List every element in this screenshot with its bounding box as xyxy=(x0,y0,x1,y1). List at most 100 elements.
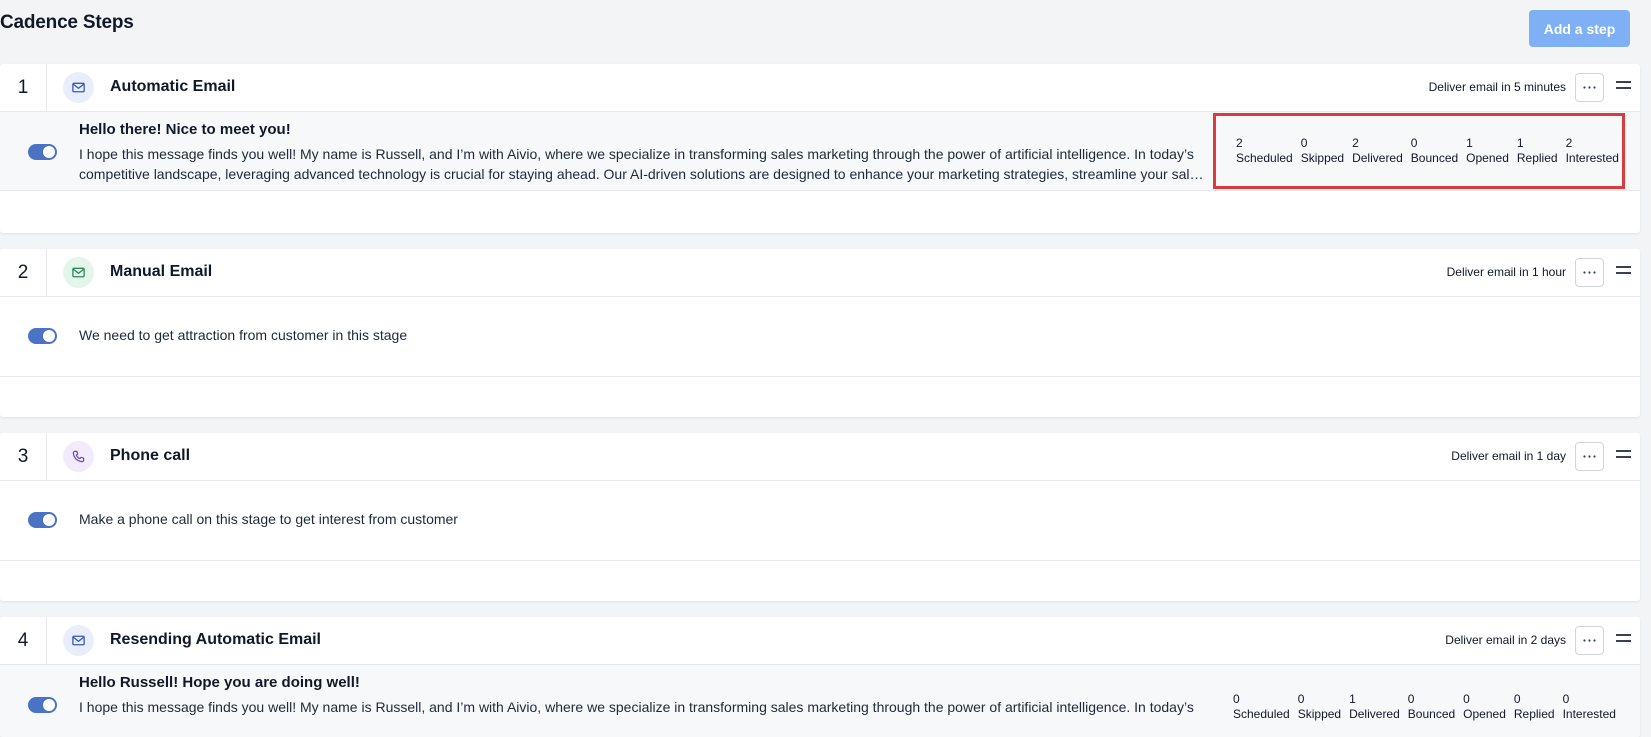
step-number: 4 xyxy=(0,617,47,664)
ellipsis-icon xyxy=(1583,86,1596,89)
step-number: 3 xyxy=(0,433,47,480)
stat-label: Opened xyxy=(1463,707,1506,721)
stat-skipped: 0 Skipped xyxy=(1301,136,1344,166)
phone-icon xyxy=(63,441,94,472)
stat-label: Replied xyxy=(1513,707,1555,721)
stat-value: 0 xyxy=(1407,692,1415,706)
mail-icon xyxy=(63,625,94,656)
stat-label: Replied xyxy=(1516,151,1558,165)
stat-delivered: 1 Delivered xyxy=(1349,692,1400,722)
drag-handle-icon[interactable] xyxy=(1616,266,1631,276)
stat-label: Bounced xyxy=(1410,151,1459,165)
step-number: 1 xyxy=(0,64,47,111)
step-type-label: Resending Automatic Email xyxy=(110,631,321,648)
toggle-knob xyxy=(43,699,55,711)
step-header: 3 Phone call Deliver email in 1 day xyxy=(0,433,1640,481)
step-card-2: 2 Manual Email Deliver email in 1 hour W… xyxy=(0,249,1640,417)
stat-replied: 0 Replied xyxy=(1514,692,1555,722)
toggle-knob xyxy=(43,330,55,342)
stat-value: 2 xyxy=(1565,136,1573,150)
mail-icon xyxy=(63,257,94,288)
step-enabled-toggle[interactable] xyxy=(28,328,57,344)
stat-value: 0 xyxy=(1410,136,1418,150)
email-stats: 0 Scheduled 0 Skipped 1 Delivered 0 Bounced 0 Ope… xyxy=(1213,669,1625,737)
drag-handle-icon[interactable] xyxy=(1616,634,1631,644)
email-preview: I hope this message finds you well! My n… xyxy=(79,699,1194,715)
stat-value: 0 xyxy=(1297,692,1305,706)
step-card-3: 3 Phone call Deliver email in 1 day Make… xyxy=(0,433,1640,601)
stat-label: Delivered xyxy=(1349,707,1400,721)
stat-label: Interested xyxy=(1565,151,1619,165)
stat-value: 0 xyxy=(1233,692,1240,706)
stat-label: Bounced xyxy=(1407,707,1456,721)
stat-label: Interested xyxy=(1562,707,1616,721)
stat-label: Scheduled xyxy=(1233,707,1290,721)
page-title: Cadence Steps xyxy=(0,12,134,33)
stat-scheduled: 2 Scheduled xyxy=(1236,136,1293,166)
stat-interested: 2 Interested xyxy=(1566,136,1619,166)
stat-interested: 0 Interested xyxy=(1563,692,1616,722)
stat-label: Scheduled xyxy=(1236,151,1293,165)
stat-value: 0 xyxy=(1562,692,1570,706)
step-note: Make a phone call on this stage to get i… xyxy=(79,511,458,527)
email-subject: Hello Russell! Hope you are doing well! xyxy=(79,674,360,691)
stat-bounced: 0 Bounced xyxy=(1411,136,1458,166)
step-content: Hello Russell! Hope you are doing well! … xyxy=(0,665,1640,737)
stat-value: 2 xyxy=(1236,136,1243,150)
toggle-knob xyxy=(43,146,55,158)
email-subject: Hello there! Nice to meet you! xyxy=(79,121,291,138)
step-header: 4 Resending Automatic Email Deliver emai… xyxy=(0,617,1640,665)
stat-label: Opened xyxy=(1466,151,1509,165)
email-stats: 2 Scheduled 0 Skipped 2 Delivered 0 Bounced 1 Ope… xyxy=(1213,113,1625,189)
stat-label: Skipped xyxy=(1300,151,1345,165)
step-header: 1 Automatic Email Deliver email in 5 min… xyxy=(0,64,1640,112)
step-enabled-toggle[interactable] xyxy=(28,144,57,160)
deliver-timing: Deliver email in 1 day xyxy=(1451,449,1566,463)
ellipsis-icon xyxy=(1583,639,1596,642)
step-content: Make a phone call on this stage to get i… xyxy=(0,481,1640,561)
stat-label: Skipped xyxy=(1297,707,1342,721)
ellipsis-icon xyxy=(1583,271,1596,274)
stat-delivered: 2 Delivered xyxy=(1352,136,1403,166)
step-enabled-toggle[interactable] xyxy=(28,697,57,713)
drag-handle-icon[interactable] xyxy=(1616,450,1631,460)
add-step-button[interactable]: Add a step xyxy=(1529,10,1630,47)
step-content: We need to get attraction from customer … xyxy=(0,297,1640,377)
deliver-timing: Deliver email in 2 days xyxy=(1445,633,1566,647)
step-type-label: Phone call xyxy=(110,447,191,464)
step-card-4: 4 Resending Automatic Email Deliver emai… xyxy=(0,617,1640,737)
step-type-label: Automatic Email xyxy=(110,78,236,95)
stat-value: 0 xyxy=(1463,692,1470,706)
stat-value: 1 xyxy=(1516,136,1524,150)
page-header: Cadence Steps Add a step xyxy=(0,0,1651,64)
stat-value: 0 xyxy=(1300,136,1308,150)
more-options-button[interactable] xyxy=(1575,258,1604,287)
step-card-1: 1 Automatic Email Deliver email in 5 min… xyxy=(0,64,1640,233)
step-header: 2 Manual Email Deliver email in 1 hour xyxy=(0,249,1640,297)
stat-replied: 1 Replied xyxy=(1517,136,1558,166)
stat-value: 1 xyxy=(1466,136,1473,150)
toggle-knob xyxy=(43,514,55,526)
stat-bounced: 0 Bounced xyxy=(1408,692,1455,722)
ellipsis-icon xyxy=(1583,455,1596,458)
deliver-timing: Deliver email in 5 minutes xyxy=(1428,80,1566,94)
stat-value: 2 xyxy=(1352,136,1359,150)
step-enabled-toggle[interactable] xyxy=(28,512,57,528)
deliver-timing: Deliver email in 1 hour xyxy=(1446,265,1566,279)
stat-opened: 1 Opened xyxy=(1466,136,1509,166)
step-type-label: Manual Email xyxy=(110,263,213,280)
mail-icon xyxy=(63,72,94,103)
stat-opened: 0 Opened xyxy=(1463,692,1506,722)
step-note: We need to get attraction from customer … xyxy=(79,327,408,343)
stat-value: 1 xyxy=(1349,692,1356,706)
stat-label: Delivered xyxy=(1352,151,1403,165)
stat-scheduled: 0 Scheduled xyxy=(1233,692,1290,722)
stat-skipped: 0 Skipped xyxy=(1298,692,1341,722)
more-options-button[interactable] xyxy=(1575,626,1604,655)
more-options-button[interactable] xyxy=(1575,442,1604,471)
email-preview: I hope this message finds you well! My n… xyxy=(79,146,1205,182)
stat-value: 0 xyxy=(1513,692,1521,706)
step-number: 2 xyxy=(0,249,47,296)
drag-handle-icon[interactable] xyxy=(1616,81,1631,91)
more-options-button[interactable] xyxy=(1575,73,1604,102)
